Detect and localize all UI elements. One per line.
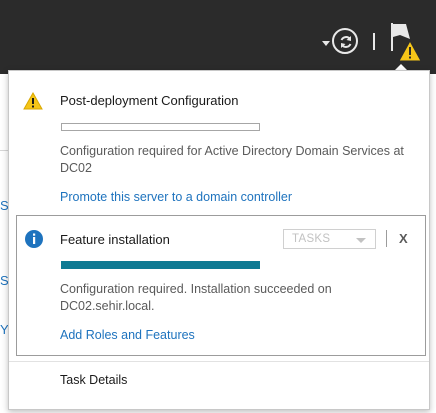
refresh-button[interactable] (332, 28, 358, 54)
notification-message: Configuration required for Active Direct… (60, 144, 404, 175)
notification-progress-bar (61, 261, 260, 269)
dropdown-arrow-icon[interactable] (322, 41, 330, 46)
chevron-down-icon (356, 238, 366, 243)
notification-title: Feature installation (60, 232, 170, 247)
notifications-flag-button[interactable] (388, 21, 422, 65)
promote-domain-controller-link[interactable]: Promote this server to a domain controll… (60, 190, 292, 204)
notification-title: Post-deployment Configuration (60, 93, 239, 108)
notification-progress-bar (61, 123, 260, 131)
background-divider (0, 150, 8, 151)
refresh-icon (340, 36, 352, 48)
background-page-edge (0, 74, 8, 413)
task-details-link[interactable]: Task Details (60, 373, 127, 387)
panel-divider (9, 361, 429, 362)
warning-icon (23, 91, 43, 115)
notification-message: Configuration required. Installation suc… (60, 282, 332, 313)
add-roles-features-link[interactable]: Add Roles and Features (60, 328, 195, 342)
flag-warning-icon (391, 23, 422, 62)
server-manager-toolbar (0, 0, 436, 74)
progress-fill (61, 261, 260, 269)
close-notification-button[interactable]: X (399, 231, 408, 246)
tasks-dropdown[interactable]: TASKS (283, 229, 376, 249)
info-icon (24, 229, 44, 254)
notification-separator (386, 230, 387, 247)
tasks-label: TASKS (292, 233, 331, 245)
toolbar-separator (373, 33, 375, 50)
